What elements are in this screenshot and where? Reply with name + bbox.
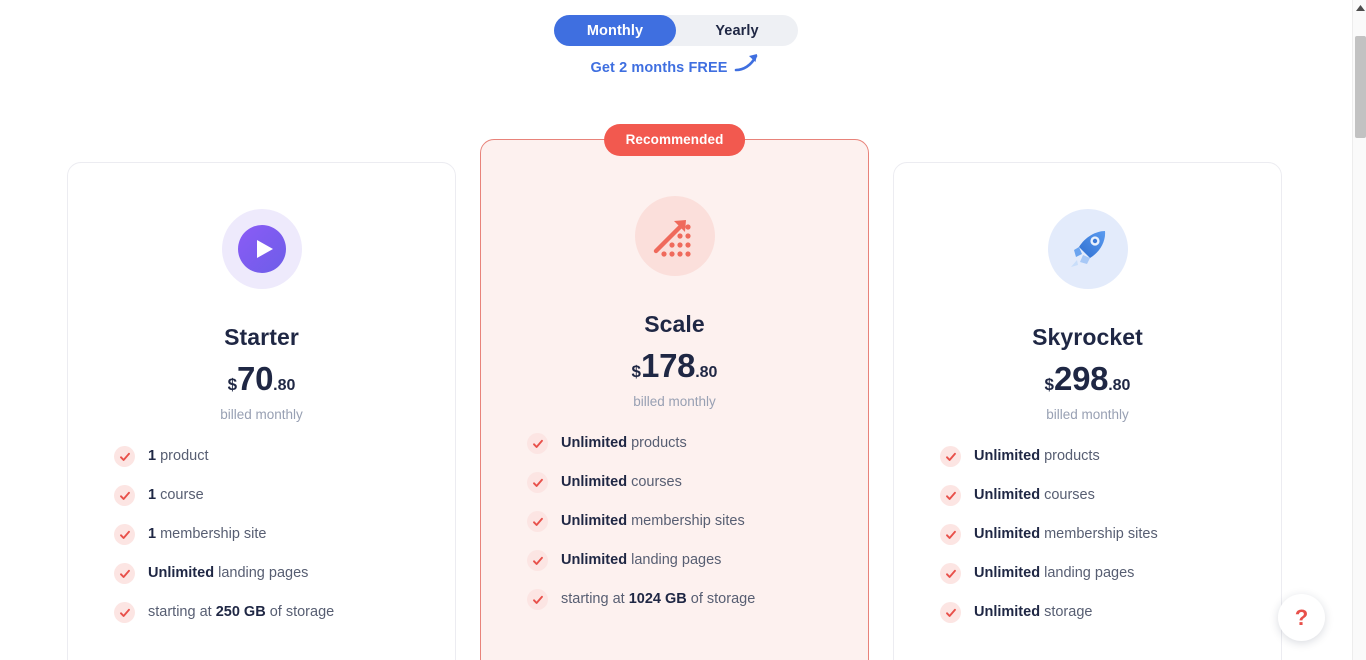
check-icon xyxy=(114,524,135,545)
feature-text: Unlimited courses xyxy=(561,474,682,490)
rocket-icon xyxy=(1047,209,1128,289)
feature-item: 1 membership site xyxy=(114,524,455,545)
feature-text: Unlimited storage xyxy=(974,604,1093,620)
feature-text: Unlimited products xyxy=(561,435,687,451)
price-cents: .80 xyxy=(273,377,296,394)
feature-text: Unlimited products xyxy=(974,448,1100,464)
plan-price-starter: $ 70 .80 xyxy=(68,362,455,395)
feature-item: 1 course xyxy=(114,485,455,506)
price-whole: 70 xyxy=(237,360,274,397)
check-icon xyxy=(527,511,548,532)
check-icon xyxy=(527,589,548,610)
help-button[interactable]: ? xyxy=(1278,594,1325,641)
feature-text: starting at 250 GB of storage xyxy=(148,604,335,620)
pricing-card-starter[interactable]: Starter $ 70 .80 billed monthly 1 produc… xyxy=(67,162,456,660)
plan-name-starter: Starter xyxy=(224,324,299,350)
feature-list-scale: Unlimited products Unlimited courses Unlim… xyxy=(481,433,868,610)
feature-text: 1 product xyxy=(148,448,209,464)
price-currency: $ xyxy=(1044,375,1055,394)
feature-text: Unlimited landing pages xyxy=(974,565,1135,581)
feature-item: 1 product xyxy=(114,446,455,467)
plan-price-scale: $ 178 .80 xyxy=(481,349,868,382)
feature-item: Unlimited membership sites xyxy=(940,524,1281,545)
check-icon xyxy=(940,446,961,467)
check-icon xyxy=(940,602,961,623)
plan-price-skyrocket: $ 298 .80 xyxy=(894,362,1281,395)
feature-item: Unlimited courses xyxy=(527,472,868,493)
plan-billing-note-skyrocket: billed monthly xyxy=(1046,407,1129,422)
play-circle-icon xyxy=(221,209,302,289)
feature-item: Unlimited courses xyxy=(940,485,1281,506)
feature-item: Unlimited membership sites xyxy=(527,511,868,532)
feature-item: Unlimited products xyxy=(940,446,1281,467)
feature-item: Unlimited products xyxy=(527,433,868,454)
feature-text: 1 membership site xyxy=(148,526,267,542)
check-icon xyxy=(940,485,961,506)
price-whole: 178 xyxy=(641,347,696,384)
price-cents: .80 xyxy=(695,364,718,381)
price-cents: .80 xyxy=(1108,377,1131,394)
plan-billing-note-starter: billed monthly xyxy=(220,407,303,422)
plan-billing-note-scale: billed monthly xyxy=(633,394,716,409)
feature-item: starting at 1024 GB of storage xyxy=(527,589,868,610)
scrollbar-thumb[interactable] xyxy=(1355,36,1366,138)
check-icon xyxy=(940,563,961,584)
plan-name-skyrocket: Skyrocket xyxy=(1032,324,1143,350)
feature-list-starter: 1 product 1 course 1 membership site Unlimi… xyxy=(68,446,455,623)
page-scrollbar[interactable] xyxy=(1352,0,1366,660)
feature-item: Unlimited landing pages xyxy=(940,563,1281,584)
feature-text: Unlimited courses xyxy=(974,487,1095,503)
feature-list-skyrocket: Unlimited products Unlimited courses Unlim… xyxy=(894,446,1281,623)
price-currency: $ xyxy=(227,375,238,394)
feature-text: starting at 1024 GB of storage xyxy=(561,591,756,607)
recommended-badge: Recommended xyxy=(603,124,746,156)
check-icon xyxy=(114,602,135,623)
check-icon xyxy=(527,550,548,571)
check-icon xyxy=(114,563,135,584)
scroll-up-arrow-icon[interactable] xyxy=(1353,0,1366,16)
feature-text: Unlimited landing pages xyxy=(561,552,722,568)
check-icon xyxy=(940,524,961,545)
pricing-card-skyrocket[interactable]: Skyrocket $ 298 .80 billed monthly Unlim… xyxy=(893,162,1282,660)
growth-chart-arrow-icon xyxy=(634,196,715,276)
pricing-cards: Starter $ 70 .80 billed monthly 1 produc… xyxy=(0,0,1352,660)
check-icon xyxy=(114,485,135,506)
price-whole: 298 xyxy=(1054,360,1109,397)
feature-item: Unlimited landing pages xyxy=(114,563,455,584)
check-icon xyxy=(527,472,548,493)
plan-name-scale: Scale xyxy=(644,311,705,337)
feature-text: Unlimited landing pages xyxy=(148,565,309,581)
feature-text: Unlimited membership sites xyxy=(974,526,1158,542)
feature-item: starting at 250 GB of storage xyxy=(114,602,455,623)
check-icon xyxy=(527,433,548,454)
feature-item: Unlimited landing pages xyxy=(527,550,868,571)
price-currency: $ xyxy=(631,362,642,381)
pricing-card-scale[interactable]: Recommended Scale $ 178 .80 billed month… xyxy=(480,124,869,660)
feature-item: Unlimited storage xyxy=(940,602,1281,623)
feature-text: Unlimited membership sites xyxy=(561,513,745,529)
feature-text: 1 course xyxy=(148,487,204,503)
page-viewport: Monthly Yearly Get 2 months FREE Starter… xyxy=(0,0,1352,660)
check-icon xyxy=(114,446,135,467)
